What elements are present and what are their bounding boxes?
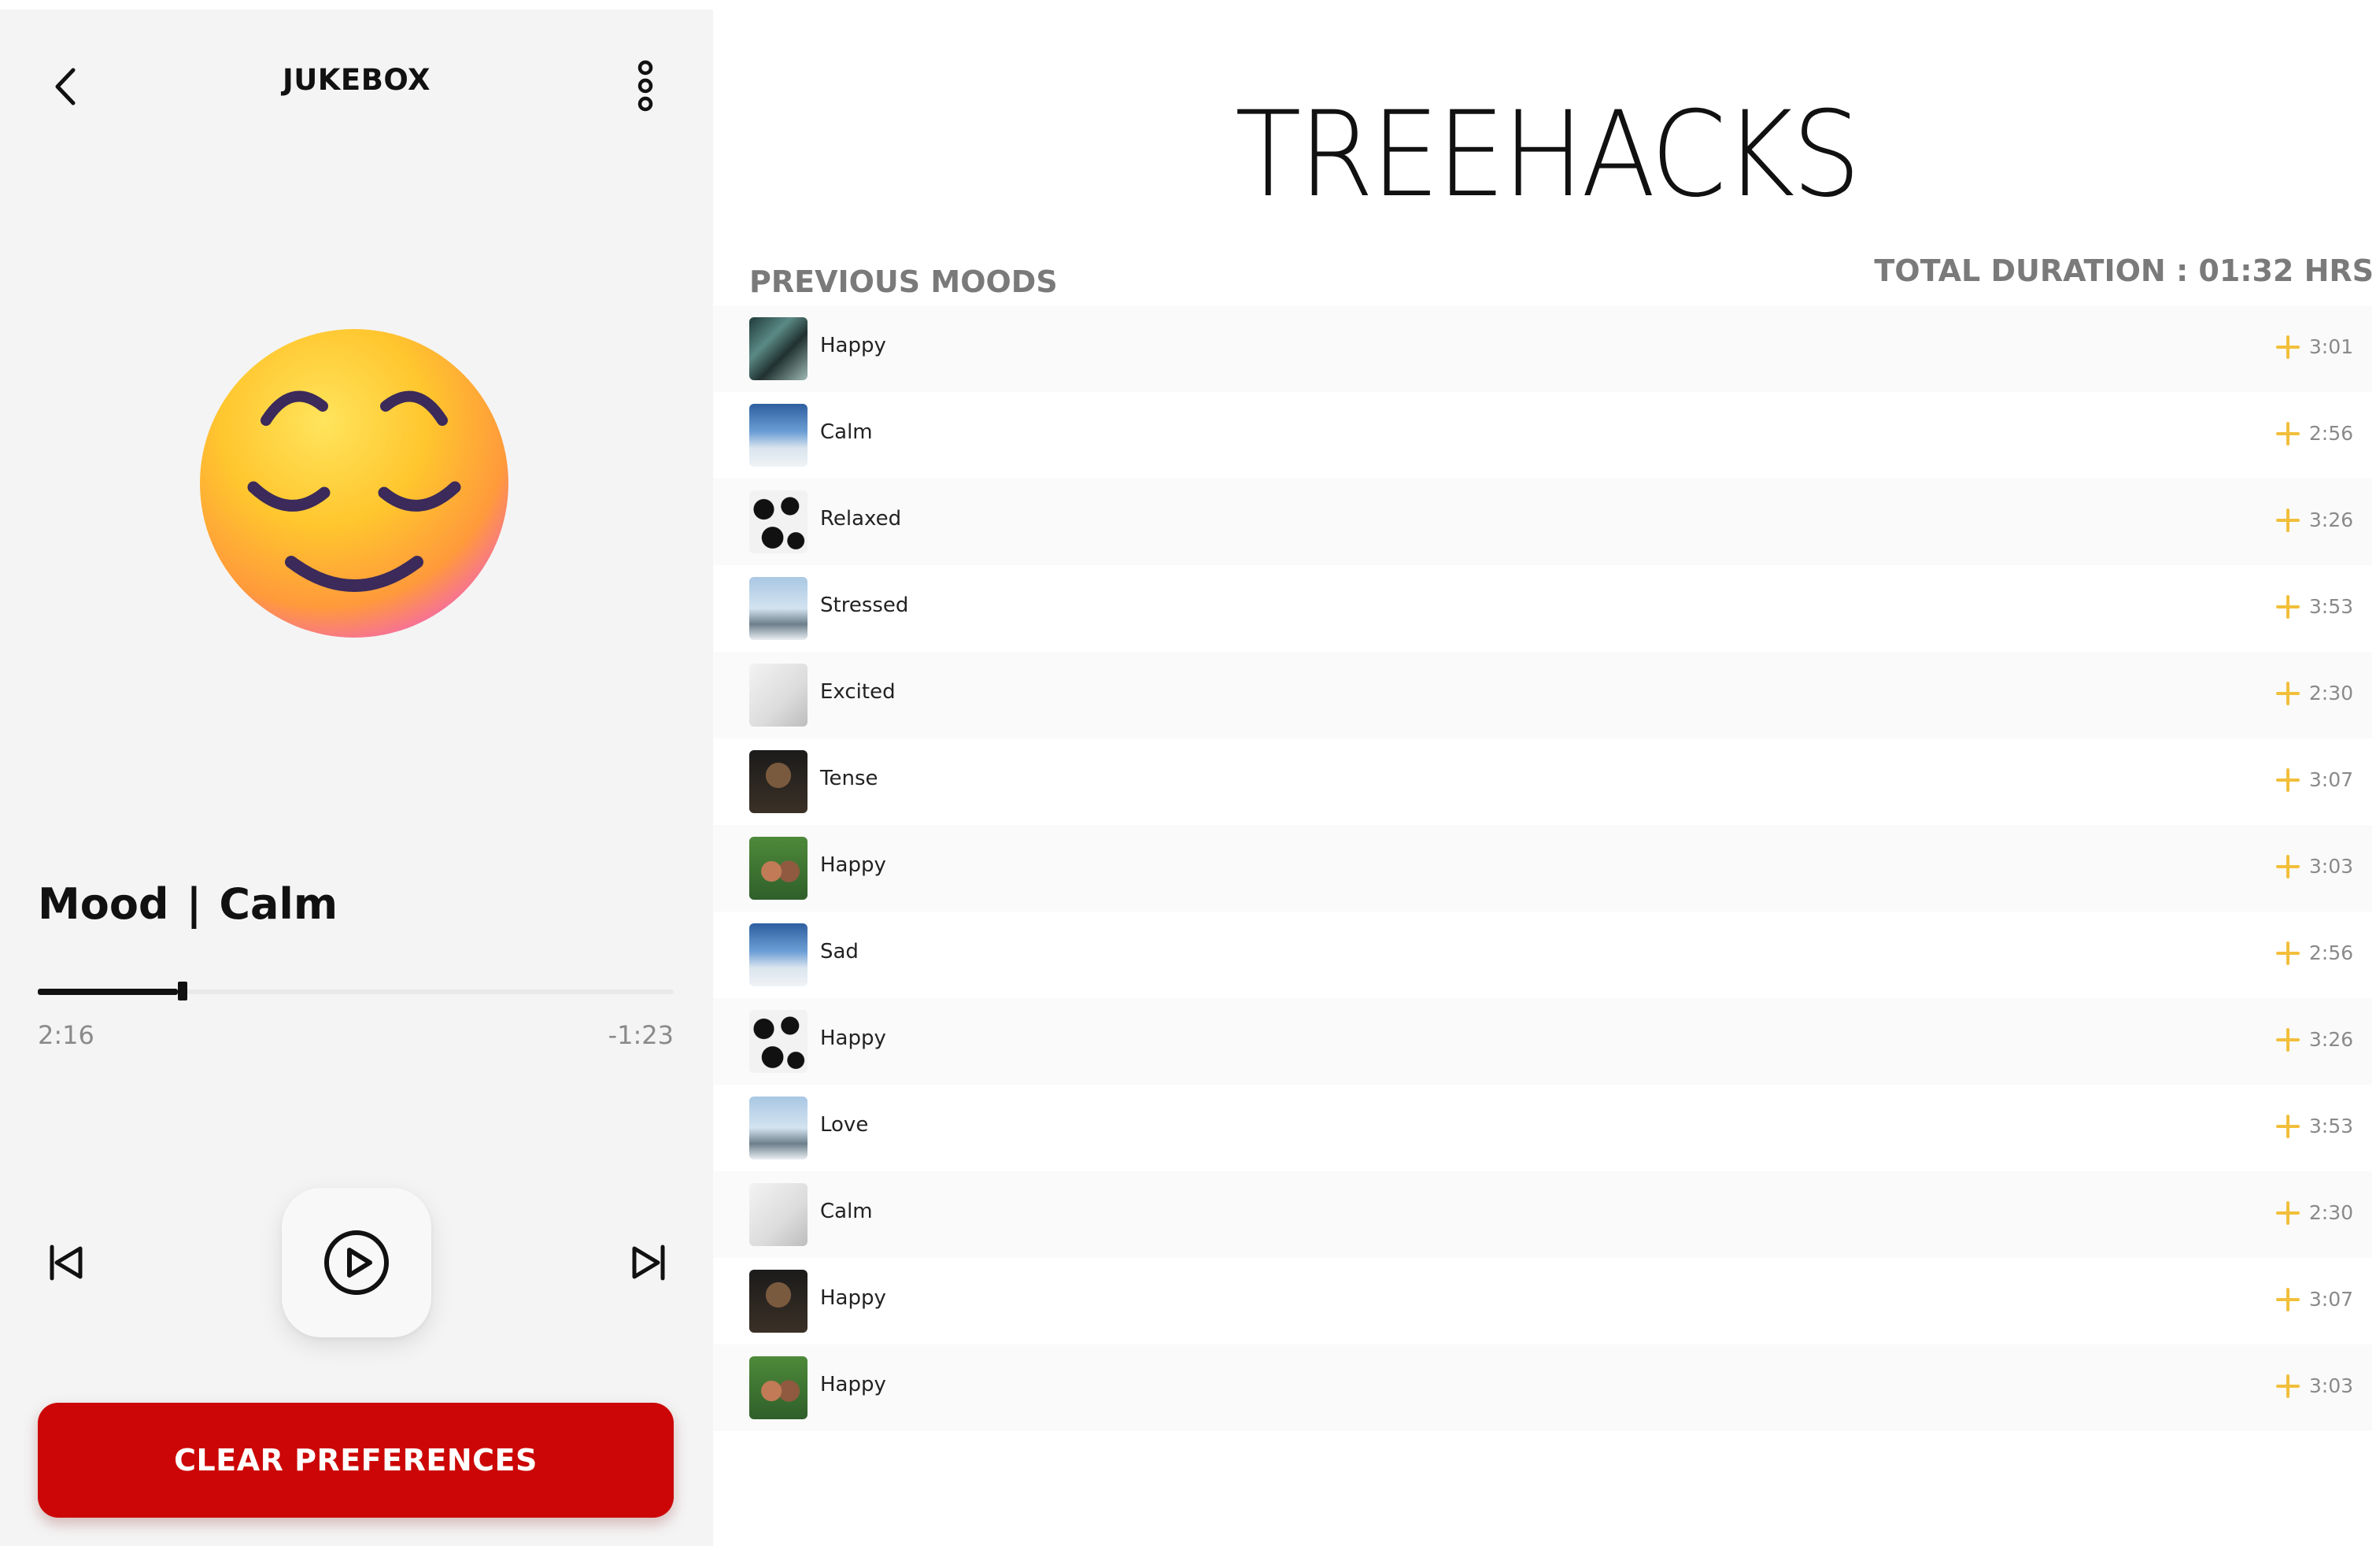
list-item[interactable]: Love 3:53 xyxy=(713,1085,2372,1171)
list-item[interactable]: Happy 3:07 xyxy=(713,1258,2372,1344)
list-item[interactable]: Calm 2:30 xyxy=(713,1171,2372,1258)
mood-name: Love xyxy=(820,1113,869,1137)
album-art xyxy=(749,317,808,380)
mood-name: Excited xyxy=(820,680,896,704)
mood-name: Tense xyxy=(820,767,878,790)
add-icon[interactable] xyxy=(2276,422,2300,446)
track-duration: 3:07 xyxy=(2308,768,2353,791)
track-duration: 2:30 xyxy=(2308,682,2353,705)
mood-label: Mood xyxy=(38,879,169,929)
list-item[interactable]: Happy 3:01 xyxy=(713,305,2372,392)
mood-name: Happy xyxy=(820,1373,886,1396)
track-duration: 3:26 xyxy=(2308,509,2353,531)
mood-name: Sad xyxy=(820,940,859,963)
app-root: JUKEBOX Mood | Calm 2:16 -1:23 CLEAR PRE… xyxy=(0,0,2380,1546)
add-icon[interactable] xyxy=(2276,768,2300,792)
track-duration: 2:56 xyxy=(2308,422,2353,445)
clear-preferences-button[interactable]: CLEAR PREFERENCES xyxy=(38,1403,674,1518)
previous-track-button[interactable] xyxy=(41,1237,91,1288)
add-icon[interactable] xyxy=(2276,335,2300,359)
back-arrow-icon[interactable] xyxy=(46,55,85,118)
play-button[interactable] xyxy=(282,1188,431,1337)
add-icon[interactable] xyxy=(2276,1115,2300,1138)
track-duration: 3:01 xyxy=(2308,335,2353,358)
track-duration: 3:07 xyxy=(2308,1288,2353,1311)
list-item[interactable]: Tense 3:07 xyxy=(713,738,2372,825)
skip-next-icon xyxy=(632,1245,665,1281)
add-icon[interactable] xyxy=(2276,1288,2300,1311)
list-item[interactable]: Sad 2:56 xyxy=(713,912,2372,998)
play-icon xyxy=(324,1230,389,1295)
relieved-face-emoji-icon xyxy=(200,329,508,638)
track-duration: 2:56 xyxy=(2308,941,2353,964)
add-icon[interactable] xyxy=(2276,1201,2300,1225)
track-duration: 3:26 xyxy=(2308,1028,2353,1051)
add-icon[interactable] xyxy=(2276,1028,2300,1052)
album-art xyxy=(749,404,808,467)
mood-name: Calm xyxy=(820,1200,873,1223)
mood-name: Happy xyxy=(820,1286,886,1310)
album-art xyxy=(749,1010,808,1073)
add-icon[interactable] xyxy=(2276,1374,2300,1398)
list-item[interactable]: Stressed 3:53 xyxy=(713,565,2372,652)
mood-name: Happy xyxy=(820,853,886,877)
progress-handle[interactable] xyxy=(177,982,187,1000)
progress-fill xyxy=(38,989,178,995)
track-duration: 2:30 xyxy=(2308,1201,2353,1224)
add-icon[interactable] xyxy=(2276,941,2300,965)
mood-name: Calm xyxy=(820,420,873,444)
next-track-button[interactable] xyxy=(623,1237,674,1288)
total-duration: TOTAL DURATION : 01:32 HRS xyxy=(1874,253,2374,288)
mood-value: Calm xyxy=(219,879,338,929)
track-duration: 3:53 xyxy=(2308,595,2353,618)
add-icon[interactable] xyxy=(2276,855,2300,878)
list-item[interactable]: Relaxed 3:26 xyxy=(713,479,2372,565)
list-item[interactable]: Happy 3:26 xyxy=(713,998,2372,1085)
list-item[interactable]: Calm 2:56 xyxy=(713,392,2372,479)
add-icon[interactable] xyxy=(2276,595,2300,619)
list-item[interactable]: Happy 3:03 xyxy=(713,1344,2372,1431)
list-item[interactable]: Excited 2:30 xyxy=(713,652,2372,738)
album-art xyxy=(749,664,808,727)
album-art xyxy=(749,1356,808,1419)
mood-name: Relaxed xyxy=(820,507,902,531)
add-icon[interactable] xyxy=(2276,509,2300,532)
player-panel: JUKEBOX Mood | Calm 2:16 -1:23 CLEAR PRE… xyxy=(0,9,713,1546)
list-item[interactable]: Happy 3:03 xyxy=(713,825,2372,912)
album-art xyxy=(749,490,808,553)
previous-moods-list: Happy 3:01 Calm 2:56 Relaxed 3:26 Stressed 3:53… xyxy=(713,305,2372,1431)
current-mood: Mood | Calm xyxy=(38,879,338,929)
mood-name: Happy xyxy=(820,334,886,357)
album-art xyxy=(749,837,808,900)
progress-bar[interactable] xyxy=(38,982,674,1000)
mood-name: Stressed xyxy=(820,594,909,617)
mood-name: Happy xyxy=(820,1026,886,1050)
album-art xyxy=(749,1097,808,1160)
track-duration: 3:03 xyxy=(2308,855,2353,878)
track-duration: 3:03 xyxy=(2308,1374,2353,1397)
time-remaining: -1:23 xyxy=(608,1020,674,1050)
album-art xyxy=(749,1270,808,1333)
brand-logo: TREEHACKS xyxy=(1235,87,1861,224)
album-art xyxy=(749,577,808,640)
more-options-icon[interactable] xyxy=(626,50,664,121)
album-art xyxy=(749,750,808,813)
track-duration: 3:53 xyxy=(2308,1115,2353,1137)
time-elapsed: 2:16 xyxy=(38,1020,94,1050)
add-icon[interactable] xyxy=(2276,682,2300,705)
section-title: PREVIOUS MOODS xyxy=(749,264,1058,299)
album-art xyxy=(749,1183,808,1246)
mood-separator: | xyxy=(186,879,202,929)
app-title: JUKEBOX xyxy=(282,63,431,97)
skip-previous-icon xyxy=(50,1245,83,1281)
album-art xyxy=(749,923,808,986)
